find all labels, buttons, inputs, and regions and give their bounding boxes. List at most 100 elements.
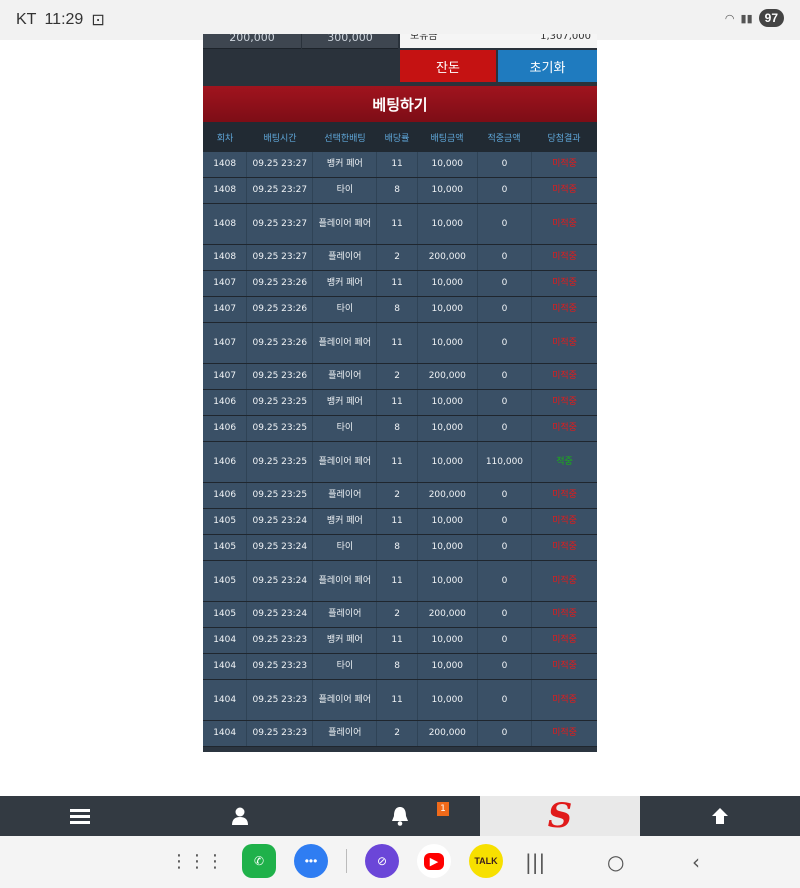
cell-win: 0 xyxy=(478,323,533,363)
cell-pick: 타이 xyxy=(313,535,378,560)
cell-time: 09.25 23:23 xyxy=(247,680,314,720)
wifi-icon: ◠ xyxy=(724,12,735,25)
cell-result: 미적중 xyxy=(552,516,577,526)
android-nav-bar: ⋮⋮⋮ ✆ ••• ⊘ ▶ TALK ||| ○ ‹ xyxy=(0,836,800,888)
cell-time: 09.25 23:25 xyxy=(247,390,314,415)
cell-pick: 뱅커 페어 xyxy=(313,628,378,653)
cell-odds: 11 xyxy=(377,680,418,720)
cell-win: 0 xyxy=(478,390,533,415)
cell-round: 1404 xyxy=(203,654,248,679)
betting-panel: 200,000 300,000 보유금 1,307,000 잔돈 초기화 베팅하… xyxy=(203,34,597,752)
cell-round: 1406 xyxy=(203,483,248,508)
clock-time: 11:29 xyxy=(44,11,84,28)
bet-history-table: 1408 09.25 23:27 뱅커 페어 11 10,000 0 미적중 1408 09.2… xyxy=(203,152,597,747)
table-row: 1407 09.25 23:26 타이 8 10,000 0 미적중 xyxy=(203,297,597,323)
cell-result: 미적중 xyxy=(552,661,577,671)
cell-round: 1408 xyxy=(203,245,248,270)
browser-app-icon[interactable]: ⊘ xyxy=(365,844,399,878)
column-header-pick: 선택한배팅 xyxy=(324,133,366,144)
menu-button[interactable] xyxy=(0,796,160,836)
cell-round: 1405 xyxy=(203,509,248,534)
cell-win: 0 xyxy=(478,245,533,270)
cell-round: 1406 xyxy=(203,416,248,441)
table-row: 1408 09.25 23:27 타이 8 10,000 0 미적중 xyxy=(203,178,597,204)
cell-result: 미적중 xyxy=(552,337,577,348)
holding-balance-box: 보유금 1,307,000 xyxy=(400,34,597,48)
holding-value: 1,307,000 xyxy=(540,34,591,42)
cell-pick: 타이 xyxy=(313,416,378,441)
cell-odds: 8 xyxy=(377,178,418,203)
profile-button[interactable] xyxy=(160,796,320,836)
cell-odds: 11 xyxy=(377,561,418,601)
cell-win: 0 xyxy=(478,204,533,244)
table-row: 1407 09.25 23:26 플레이어 2 200,000 0 미적중 xyxy=(203,364,597,390)
cell-odds: 8 xyxy=(377,416,418,441)
brand-logo[interactable]: S xyxy=(480,796,640,836)
notification-badge: 1 xyxy=(437,802,449,816)
back-button[interactable]: ‹ xyxy=(692,850,700,874)
cell-pick: 플레이어 xyxy=(313,602,378,627)
table-row: 1406 09.25 23:25 타이 8 10,000 0 미적중 xyxy=(203,416,597,442)
table-row: 1404 09.25 23:23 플레이어 2 200,000 0 미적중 xyxy=(203,721,597,747)
cell-round: 1404 xyxy=(203,680,248,720)
table-row: 1404 09.25 23:23 타이 8 10,000 0 미적중 xyxy=(203,654,597,680)
cell-odds: 11 xyxy=(377,323,418,363)
change-button[interactable]: 잔돈 xyxy=(400,50,496,82)
recent-apps-button[interactable]: ||| xyxy=(525,850,545,874)
table-row: 1405 09.25 23:24 타이 8 10,000 0 미적중 xyxy=(203,535,597,561)
page-title: 베팅하기 xyxy=(203,86,597,122)
cell-amount: 10,000 xyxy=(418,535,478,560)
phone-app-icon[interactable]: ✆ xyxy=(242,844,276,878)
arrow-up-icon xyxy=(712,808,728,824)
table-row: 1407 09.25 23:26 뱅커 페어 11 10,000 0 미적중 xyxy=(203,271,597,297)
cell-amount: 10,000 xyxy=(418,390,478,415)
cell-time: 09.25 23:27 xyxy=(247,204,314,244)
cell-time: 09.25 23:25 xyxy=(247,416,314,441)
cell-result: 미적중 xyxy=(552,252,577,262)
column-header-win: 적중금액 xyxy=(487,133,521,144)
cell-time: 09.25 23:23 xyxy=(247,721,314,746)
cell-pick: 플레이어 xyxy=(313,364,378,389)
logo-letter: S xyxy=(547,796,573,836)
cell-time: 09.25 23:26 xyxy=(247,364,314,389)
status-right: ◠ ▮▮ 97 xyxy=(725,9,784,27)
cell-round: 1407 xyxy=(203,271,248,296)
user-icon xyxy=(232,807,248,825)
youtube-app-icon[interactable]: ▶ xyxy=(417,844,451,878)
cell-pick: 플레이어 페어 xyxy=(313,680,378,720)
cell-amount: 200,000 xyxy=(418,245,478,270)
cell-odds: 11 xyxy=(377,204,418,244)
cell-win: 0 xyxy=(478,297,533,322)
hamburger-icon xyxy=(70,809,90,824)
cell-odds: 11 xyxy=(377,390,418,415)
scroll-top-button[interactable] xyxy=(640,796,800,836)
home-button[interactable]: ○ xyxy=(607,850,624,874)
table-row: 1405 09.25 23:24 플레이어 2 200,000 0 미적중 xyxy=(203,602,597,628)
notification-button[interactable] xyxy=(320,796,480,836)
cell-pick: 플레이어 xyxy=(313,483,378,508)
cell-round: 1408 xyxy=(203,178,248,203)
column-header-round: 회차 xyxy=(216,133,234,144)
cell-time: 09.25 23:27 xyxy=(247,152,314,177)
table-row: 1404 09.25 23:23 플레이어 페어 11 10,000 0 미적중 xyxy=(203,680,597,721)
kakaotalk-app-icon[interactable]: TALK xyxy=(469,844,503,878)
cell-amount: 10,000 xyxy=(418,416,478,441)
signal-icon: ▮▮ xyxy=(740,12,753,25)
cell-round: 1404 xyxy=(203,721,248,746)
column-header-time: 배팅시간 xyxy=(263,133,297,144)
reset-button[interactable]: 초기화 xyxy=(498,50,597,82)
cell-result: 미적중 xyxy=(552,218,577,229)
messages-app-icon[interactable]: ••• xyxy=(294,844,328,878)
column-header-amount: 배팅금액 xyxy=(430,133,464,144)
cell-round: 1405 xyxy=(203,602,248,627)
cell-round: 1408 xyxy=(203,204,248,244)
cell-amount: 10,000 xyxy=(418,178,478,203)
app-grid-icon[interactable]: ⋮⋮⋮ xyxy=(170,851,224,872)
cell-pick: 뱅커 페어 xyxy=(313,271,378,296)
cell-pick: 뱅커 페어 xyxy=(313,152,378,177)
cell-amount: 200,000 xyxy=(418,602,478,627)
table-row: 1408 09.25 23:27 뱅커 페어 11 10,000 0 미적중 xyxy=(203,152,597,178)
cell-amount: 10,000 xyxy=(418,628,478,653)
cell-win: 0 xyxy=(478,416,533,441)
cell-result: 미적중 xyxy=(552,575,577,586)
